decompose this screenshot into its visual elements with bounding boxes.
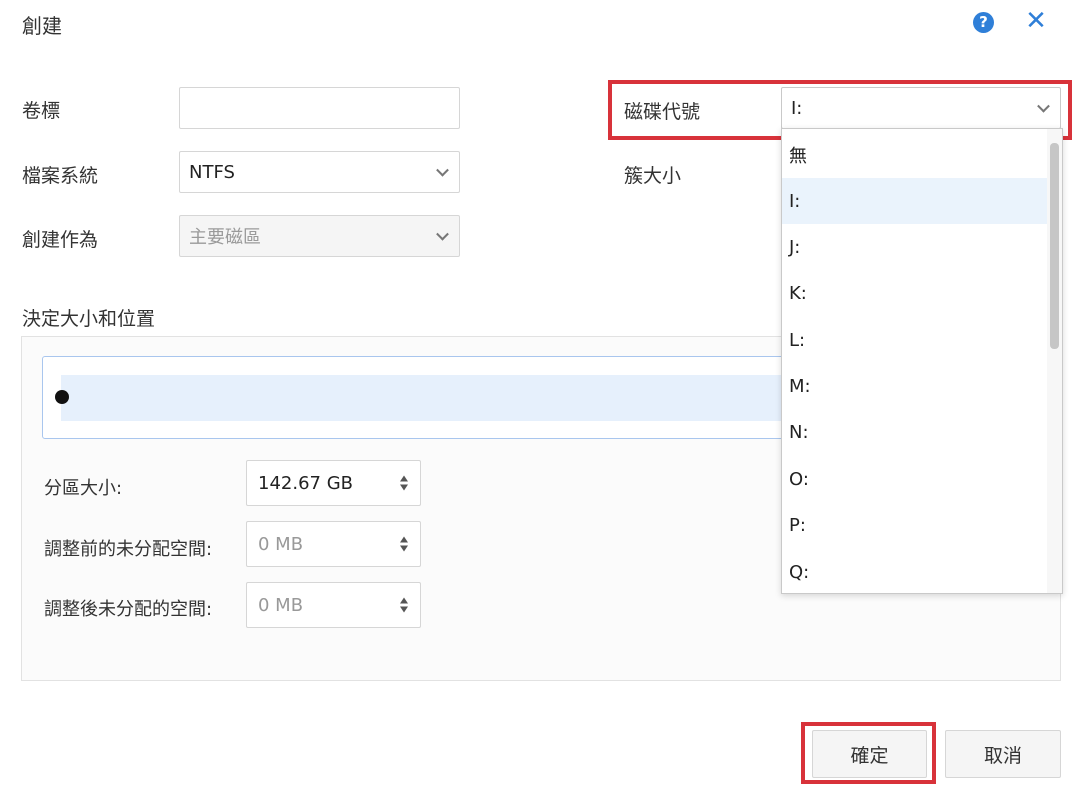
volume-label-input[interactable] <box>179 87 460 129</box>
stepper-arrows-icon[interactable] <box>400 536 408 552</box>
chevron-down-icon <box>436 163 449 177</box>
create-as-value: 主要磁區 <box>189 227 261 248</box>
help-icon[interactable]: ? <box>973 12 994 33</box>
cluster-size-label: 簇大小 <box>624 165 682 187</box>
partition-size-value: 142.67 GB <box>258 472 354 494</box>
create-partition-dialog: 創建 ? ✕ 卷標 檔案系統 NTFS 創建作為 主要磁區 磁碟代號 I: 簇大… <box>0 0 1080 795</box>
ok-button-highlight <box>801 722 936 784</box>
dropdown-option[interactable]: J: <box>782 224 1048 270</box>
close-icon[interactable]: ✕ <box>1023 8 1049 34</box>
stepper-arrows-icon[interactable] <box>400 475 408 491</box>
dropdown-option[interactable]: 無 <box>782 132 1048 178</box>
file-system-label: 檔案系統 <box>22 165 99 187</box>
create-as-label: 創建作為 <box>22 229 99 251</box>
drive-letter-dropdown-list[interactable]: 無 I: J: K: L: M: N: O: P: Q: <box>781 128 1063 594</box>
dropdown-option[interactable]: M: <box>782 363 1048 409</box>
unallocated-before-value: 0 MB <box>258 533 304 555</box>
partition-size-bar[interactable] <box>42 356 812 439</box>
cancel-button[interactable]: 取消 <box>945 730 1061 778</box>
create-as-select[interactable]: 主要磁區 <box>179 215 460 257</box>
unallocated-after-label: 調整後未分配的空間: <box>44 599 213 620</box>
dropdown-option[interactable]: K: <box>782 270 1048 316</box>
dropdown-option[interactable]: O: <box>782 456 1048 502</box>
dropdown-option[interactable]: Q: <box>782 549 1048 593</box>
dropdown-scrollbar[interactable] <box>1047 129 1062 593</box>
unallocated-after-stepper[interactable]: 0 MB <box>246 582 421 628</box>
unallocated-before-label: 調整前的未分配空間: <box>44 539 213 560</box>
partition-bar-fill <box>61 375 811 421</box>
partition-bar-handle[interactable] <box>55 390 69 404</box>
file-system-value: NTFS <box>189 161 235 183</box>
stepper-arrows-icon[interactable] <box>400 597 408 613</box>
dropdown-scrollbar-thumb[interactable] <box>1050 143 1059 349</box>
dropdown-option[interactable]: N: <box>782 409 1048 455</box>
dialog-title: 創建 <box>22 14 62 38</box>
size-location-title: 決定大小和位置 <box>22 308 156 330</box>
partition-size-label: 分區大小: <box>44 478 123 499</box>
partition-size-stepper[interactable]: 142.67 GB <box>246 460 421 506</box>
chevron-down-icon <box>436 227 449 241</box>
unallocated-after-value: 0 MB <box>258 594 304 616</box>
unallocated-before-stepper[interactable]: 0 MB <box>246 521 421 567</box>
dropdown-option[interactable]: P: <box>782 502 1048 548</box>
file-system-select[interactable]: NTFS <box>179 151 460 193</box>
volume-label-label: 卷標 <box>22 100 61 122</box>
dropdown-option-selected[interactable]: I: <box>782 178 1048 224</box>
dropdown-option[interactable]: L: <box>782 317 1048 363</box>
